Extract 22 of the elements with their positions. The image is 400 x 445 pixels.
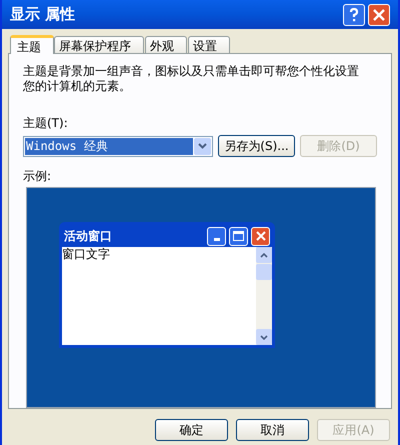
theme-dropdown[interactable]: Windows 经典 [23, 136, 213, 156]
dialog-button[interactable]: 确定 [155, 419, 228, 441]
theme-label: 主题(T): [23, 115, 68, 132]
close-icon [373, 8, 385, 20]
window-title: 显示 属性 [10, 4, 76, 26]
close-button[interactable] [368, 4, 390, 26]
help-icon [349, 8, 359, 22]
help-button[interactable] [343, 4, 365, 26]
tab[interactable]: 设置 [188, 36, 230, 53]
description-text: 主题是背景加一组声音，图标以及只需单击即可帮您个性化设置您的计算机的元素。 [23, 64, 360, 94]
tab[interactable]: 外观 [145, 36, 187, 53]
tab[interactable]: 屏幕保护程序 [54, 36, 144, 53]
theme-button[interactable]: 另存为(S)... [218, 135, 295, 157]
preview-window-title: 活动窗口 [64, 228, 113, 245]
dialog-button[interactable]: 取消 [236, 419, 309, 441]
close-icon [256, 231, 266, 241]
scroll-down-icon [260, 334, 268, 340]
scroll-thumb[interactable] [256, 264, 272, 280]
window-text: 窗口文字 [62, 247, 111, 261]
tab[interactable]: 主题 [10, 35, 54, 54]
preview-label: 示例: [23, 168, 52, 185]
scroll-up-icon [260, 252, 268, 258]
